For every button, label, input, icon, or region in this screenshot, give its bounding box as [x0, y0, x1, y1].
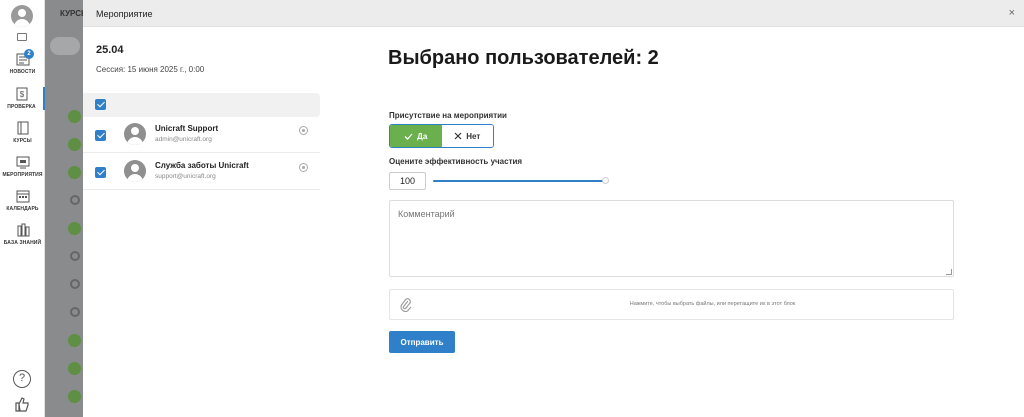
news-badge: 2 — [24, 49, 34, 59]
rating-label: Оцените эффективность участия — [389, 157, 523, 166]
calendar-icon — [16, 190, 29, 203]
gear-icon[interactable] — [299, 126, 308, 135]
user-name: Служба заботы Unicraft — [155, 161, 249, 170]
select-all-checkbox[interactable] — [95, 99, 106, 110]
presence-yes-button[interactable]: Да — [390, 125, 442, 147]
sidebar-item-label: БАЗА ЗНАНИЙ — [3, 240, 42, 246]
modal-title: Мероприятие — [96, 9, 153, 19]
sidebar-item-label: КАЛЕНДАРЬ — [6, 206, 39, 212]
presence-no-button[interactable]: Нет — [441, 125, 493, 147]
background-overlay — [45, 0, 85, 417]
users-panel: 25.04 Сессия: 15 июня 2025 г., 0:00 Unic… — [83, 27, 320, 417]
submit-button[interactable]: Отправить — [389, 331, 455, 353]
close-icon — [454, 132, 462, 140]
resize-handle[interactable] — [946, 269, 952, 275]
modal-header: Мероприятие × — [83, 0, 1024, 27]
selected-users-heading: Выбрано пользователей: 2 — [388, 47, 659, 69]
avatar — [124, 123, 146, 145]
courses-icon — [17, 121, 28, 135]
sidebar-item-events[interactable]: МЕРОПРИЯТИЯ — [0, 155, 45, 178]
check-icon — [404, 133, 413, 140]
user-email: admin@unicraft.org — [155, 136, 212, 143]
select-all-row — [83, 93, 320, 117]
background-status-icon — [68, 166, 81, 179]
screen-icon[interactable] — [17, 33, 27, 41]
rating-slider-track[interactable] — [433, 180, 605, 182]
events-icon — [16, 156, 29, 169]
sidebar-item-label: МЕРОПРИЯТИЯ — [2, 172, 43, 178]
close-icon[interactable]: × — [1009, 7, 1015, 19]
background-status-icon — [68, 390, 81, 403]
sidebar: 2 НОВОСТИ $ ПРОВЕРКА КУРСЫ МЕРОПРИЯТИЯ К… — [0, 0, 45, 417]
user-checkbox[interactable] — [95, 130, 106, 141]
event-date: 25.04 — [96, 44, 124, 56]
sidebar-item-calendar[interactable]: КАЛЕНДАРЬ — [0, 189, 45, 212]
thumbs-up-icon[interactable] — [14, 396, 30, 412]
sidebar-item-label: ПРОВЕРКА — [7, 104, 36, 110]
sidebar-item-review[interactable]: $ ПРОВЕРКА — [0, 87, 45, 110]
background-gear-icon — [70, 307, 80, 317]
rating-slider-thumb[interactable] — [602, 177, 609, 184]
user-email: support@unicraft.org — [155, 173, 216, 180]
background-gear-icon — [70, 251, 80, 261]
background-status-icon — [68, 362, 81, 375]
comment-field[interactable] — [389, 200, 954, 277]
user-checkbox[interactable] — [95, 167, 106, 178]
background-status-icon — [68, 334, 81, 347]
user-name: Unicraft Support — [155, 124, 219, 133]
evaluation-form: Выбрано пользователей: 2 Присутствие на … — [388, 27, 968, 417]
background-gear-icon — [70, 195, 80, 205]
review-icon: $ — [16, 87, 27, 101]
rating-input[interactable]: 100 — [389, 172, 426, 190]
sidebar-item-knowledge-base[interactable]: БАЗА ЗНАНИЙ — [0, 223, 45, 246]
background-status-icon — [68, 222, 81, 235]
user-row[interactable]: Служба заботы Unicraft support@unicraft.… — [83, 154, 320, 190]
event-modal: Мероприятие × 25.04 Сессия: 15 июня 2025… — [83, 0, 1024, 417]
sidebar-item-courses[interactable]: КУРСЫ — [0, 121, 45, 144]
gear-icon[interactable] — [299, 163, 308, 172]
presence-toggle: Да Нет — [389, 124, 494, 148]
presence-no-label: Нет — [466, 131, 481, 141]
background-status-icon — [68, 110, 81, 123]
knowledge-base-icon — [17, 223, 29, 237]
background-search — [50, 37, 80, 55]
sidebar-item-news[interactable]: 2 НОВОСТИ — [0, 49, 45, 75]
help-icon[interactable]: ? — [13, 370, 31, 388]
user-avatar[interactable] — [11, 5, 33, 27]
dropzone-text: Нажмите, чтобы выбрать файлы, или перета… — [629, 301, 796, 307]
avatar — [124, 160, 146, 182]
sidebar-item-label: НОВОСТИ — [9, 69, 36, 75]
file-dropzone[interactable]: Нажмите, чтобы выбрать файлы, или перета… — [389, 289, 954, 320]
svg-text:$: $ — [19, 90, 24, 99]
presence-label: Присутствие на мероприятии — [389, 111, 507, 120]
background-gear-icon — [70, 279, 80, 289]
event-session: Сессия: 15 июня 2025 г., 0:00 — [96, 65, 205, 74]
sidebar-item-label: КУРСЫ — [13, 138, 32, 144]
presence-yes-label: Да — [417, 131, 428, 141]
background-status-icon — [68, 138, 81, 151]
user-row[interactable]: Unicraft Support admin@unicraft.org — [83, 117, 320, 153]
